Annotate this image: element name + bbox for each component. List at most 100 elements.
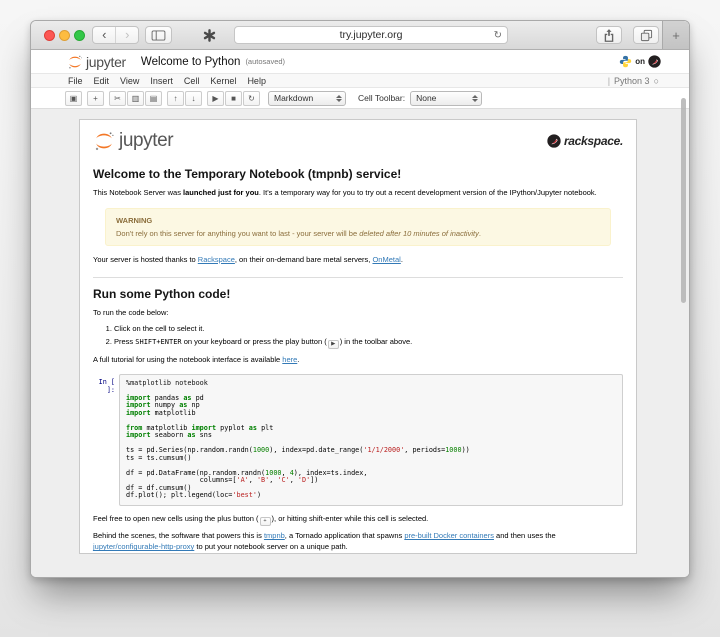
- cell-toolbar-select[interactable]: None: [410, 90, 483, 106]
- toolbar-group: ▶ ■ ↻: [207, 90, 260, 106]
- move-cell-down-button[interactable]: ↓: [185, 90, 202, 106]
- url-text: try.jupyter.org: [339, 29, 403, 41]
- close-window-button[interactable]: [44, 30, 55, 41]
- new-tab-button[interactable]: +: [662, 21, 689, 49]
- kernel-indicator: | Python 3 ○: [608, 76, 659, 86]
- cell-toolbar-label: Cell Toolbar:: [358, 93, 406, 103]
- kernel-idle-icon: ○: [653, 75, 659, 86]
- menu-items: File Edit View Insert Cell Kernel Help: [68, 76, 266, 86]
- code-line: import seaborn as sns: [126, 431, 212, 440]
- address-bar[interactable]: try.jupyter.org ↻: [234, 26, 508, 44]
- extension-button[interactable]: [199, 26, 219, 44]
- page-scrollbar-thumb[interactable]: [681, 98, 686, 303]
- rackspace-brand-text: rackspace.: [563, 134, 623, 148]
- rackspace-brand: rackspace.: [547, 134, 623, 148]
- share-icon: [604, 28, 614, 42]
- text-segment: .: [478, 228, 481, 238]
- menu-kernel[interactable]: Kernel: [210, 76, 236, 86]
- back-button[interactable]: ‹: [93, 27, 115, 43]
- plus-button-icon: +: [259, 517, 271, 527]
- inline-link[interactable]: tmpnb: [264, 531, 285, 540]
- run-intro: To run the code below:: [93, 307, 169, 317]
- zoom-window-button[interactable]: [74, 30, 85, 41]
- menu-file[interactable]: File: [68, 76, 83, 86]
- jupyter-logo-text: jupyter: [86, 53, 126, 70]
- text-segment: ) in the toolbar above.: [339, 336, 413, 346]
- jupyter-logo[interactable]: jupyter: [67, 54, 126, 70]
- notebook-title[interactable]: Welcome to Python: [141, 56, 241, 68]
- step-item: Press SHIFT+ENTER on your keyboard or pr…: [114, 337, 623, 349]
- warning-title: WARNING: [116, 215, 153, 225]
- toolbar-group: ✂ ▥ ▤: [109, 90, 162, 106]
- cell-input-prompt: In [ ]:: [98, 377, 115, 394]
- code-line: %matplotlib notebook: [126, 378, 208, 387]
- inline-link[interactable]: pre-built Docker containers: [404, 531, 494, 540]
- inline-link[interactable]: here: [282, 355, 297, 364]
- rackspace-brand-icon: [547, 134, 561, 148]
- browser-content: jupyter Welcome to Python (autosaved) on…: [31, 50, 689, 577]
- code-cell[interactable]: In [ ]: %matplotlib notebook import pand…: [87, 373, 623, 506]
- inline-link[interactable]: Rackspace: [198, 255, 235, 264]
- browser-titlebar: ‹ › try.jupyter.org ↻ +: [31, 21, 689, 50]
- text-segment: . It's a temporary way for you to try ou…: [258, 188, 597, 197]
- step-item: Click on the cell to select it.: [114, 324, 623, 335]
- toolbar-group: ↑ ↓: [167, 90, 202, 106]
- run-cell-button[interactable]: ▶: [207, 90, 224, 106]
- rackspace-badge-icon: [648, 55, 661, 68]
- text-segment: and then uses the: [493, 531, 556, 541]
- warning-body: Don't rely on this server for anything y…: [116, 229, 600, 238]
- cell-type-select[interactable]: Markdown: [268, 90, 346, 106]
- toolbar-button-groups: ▣ + ✂ ▥ ▤ ↑ ↓ ▶ ■ ↻: [65, 90, 260, 106]
- asterisk-extension-icon: [203, 28, 215, 42]
- notebook-page: jupyter rackspace. Welcome to the Tempor…: [31, 109, 689, 577]
- inline-link[interactable]: jupyter/configurable-http-proxy: [93, 542, 194, 551]
- menu-edit[interactable]: Edit: [94, 76, 110, 86]
- share-button[interactable]: [596, 26, 622, 44]
- text-segment: Your server is hosted thanks to: [93, 254, 198, 264]
- notebook-container: jupyter rackspace. Welcome to the Tempor…: [79, 119, 637, 554]
- code-line: ts = pd.Series(np.random.randn(1000), in…: [126, 446, 470, 455]
- minimize-window-button[interactable]: [59, 30, 70, 41]
- text-segment: , a Tornado application that spawns: [284, 531, 405, 541]
- tab-overview-button[interactable]: [633, 26, 659, 44]
- menu-insert[interactable]: Insert: [150, 76, 173, 86]
- menu-cell[interactable]: Cell: [184, 76, 200, 86]
- copy-cell-button[interactable]: ▥: [127, 90, 144, 106]
- text-segment: deleted after 10 minutes of inactivity: [359, 228, 479, 238]
- paste-cell-button[interactable]: ▤: [145, 90, 162, 106]
- move-cell-up-button[interactable]: ↑: [167, 90, 184, 106]
- menu-help[interactable]: Help: [247, 76, 266, 86]
- safari-window: ‹ › try.jupyter.org ↻ + jupyter Welcome …: [30, 20, 690, 578]
- jupyter-brand: jupyter: [93, 130, 174, 152]
- feel-free-paragraph: Feel free to open new cells using the pl…: [93, 513, 623, 527]
- restart-kernel-button[interactable]: ↻: [243, 90, 260, 106]
- warning-box: WARNING Don't rely on this server for an…: [105, 207, 611, 246]
- text-segment: ), or hitting shift-enter while this cel…: [271, 513, 429, 523]
- sidebar-button[interactable]: [145, 26, 172, 44]
- code-line: ts = ts.cumsum(): [126, 453, 192, 462]
- text-segment: .: [297, 354, 300, 364]
- run-heading: Run some Python code!: [93, 286, 231, 301]
- plus-icon: +: [672, 27, 680, 43]
- add-cell-button[interactable]: +: [87, 90, 104, 106]
- cut-cell-button[interactable]: ✂: [109, 90, 126, 106]
- forward-button[interactable]: ›: [115, 27, 138, 43]
- python-logo-icon: [620, 55, 632, 68]
- tabs-icon: [640, 29, 652, 41]
- code-editor[interactable]: %matplotlib notebook import pandas as pd…: [119, 373, 623, 506]
- code-line: import numpy as np: [126, 401, 200, 410]
- notebook-menubar: File Edit View Insert Cell Kernel Help | Pytho…: [31, 73, 689, 88]
- save-button[interactable]: ▣: [65, 90, 82, 106]
- hosted-paragraph: Your server is hosted thanks to Rackspac…: [93, 255, 623, 266]
- inline-link[interactable]: OnMetal: [372, 255, 400, 264]
- on-label: on: [635, 57, 645, 66]
- text-segment: launched just for you: [183, 188, 259, 197]
- sidebar-icon: [151, 29, 166, 41]
- interrupt-kernel-button[interactable]: ■: [225, 90, 242, 106]
- reload-icon[interactable]: ↻: [494, 30, 502, 41]
- text-segment: Press: [114, 336, 136, 346]
- code-line: columns=['A', 'B', 'C', 'D']): [126, 476, 319, 485]
- autosave-status: (autosaved): [245, 57, 286, 66]
- menu-view[interactable]: View: [120, 76, 139, 86]
- text-segment: .: [400, 254, 403, 264]
